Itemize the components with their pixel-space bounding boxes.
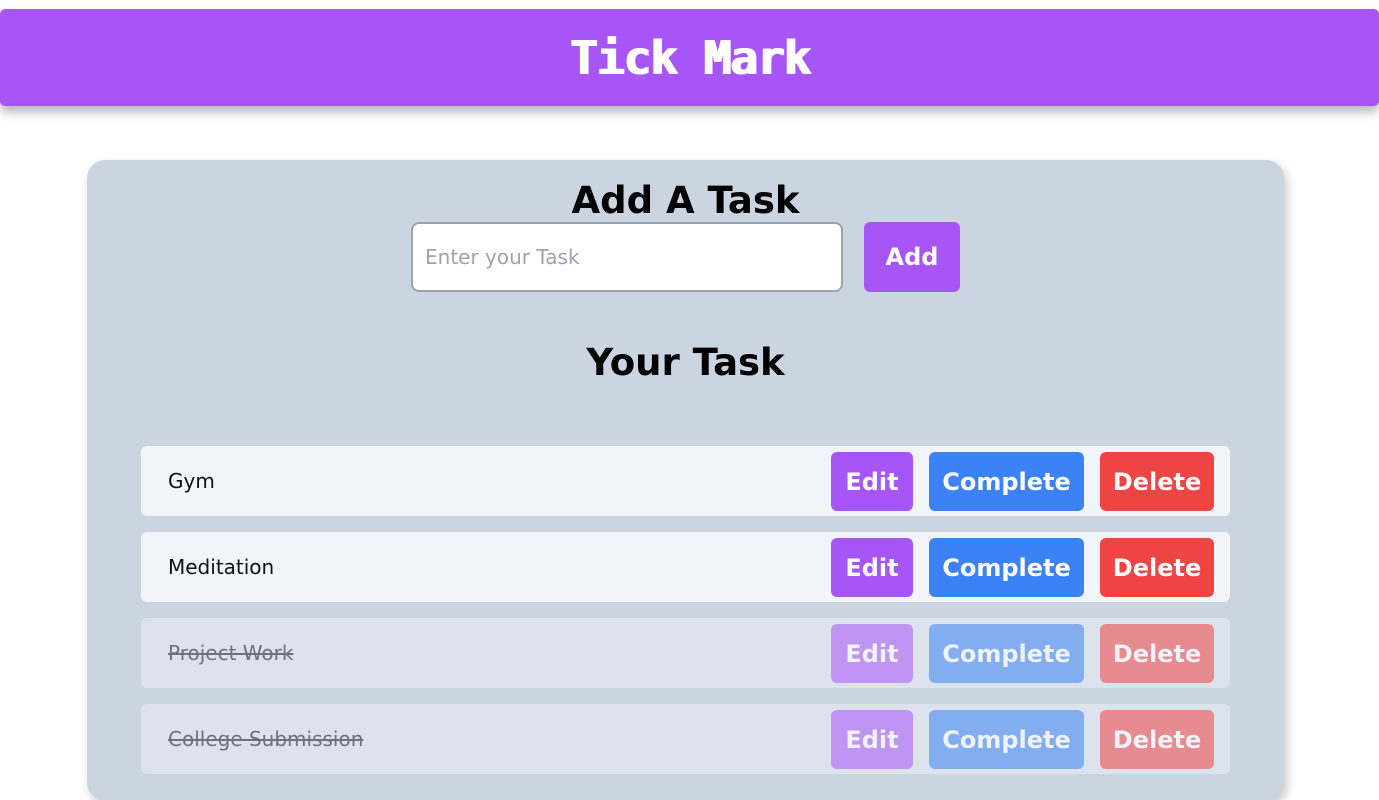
edit-button[interactable]: Edit — [831, 710, 913, 769]
task-text: College Submission — [168, 727, 364, 751]
your-task-heading: Your Task — [586, 341, 785, 384]
edit-button[interactable]: Edit — [831, 452, 913, 511]
edit-button[interactable]: Edit — [831, 624, 913, 683]
complete-button[interactable]: Complete — [929, 710, 1084, 769]
delete-button[interactable]: Delete — [1100, 452, 1214, 511]
app-header: Tick Mark — [0, 9, 1379, 106]
complete-button[interactable]: Complete — [929, 452, 1084, 511]
task-input[interactable] — [411, 222, 843, 292]
task-row: College Submission Edit Complete Delete — [141, 704, 1230, 774]
task-text: Gym — [168, 469, 215, 493]
complete-button[interactable]: Complete — [929, 538, 1084, 597]
edit-button[interactable]: Edit — [831, 538, 913, 597]
task-row: Gym Edit Complete Delete — [141, 446, 1230, 516]
complete-button[interactable]: Complete — [929, 624, 1084, 683]
delete-button[interactable]: Delete — [1100, 710, 1214, 769]
task-list: Gym Edit Complete Delete Meditation Edit… — [141, 446, 1230, 790]
task-card: Add A Task Add Your Task Gym Edit Comple… — [87, 160, 1284, 800]
task-row: Project Work Edit Complete Delete — [141, 618, 1230, 688]
add-task-heading: Add A Task — [571, 179, 800, 222]
task-text: Project Work — [168, 641, 294, 665]
task-row: Meditation Edit Complete Delete — [141, 532, 1230, 602]
delete-button[interactable]: Delete — [1100, 538, 1214, 597]
app-title: Tick Mark — [569, 30, 810, 85]
add-button[interactable]: Add — [864, 222, 960, 292]
delete-button[interactable]: Delete — [1100, 624, 1214, 683]
task-text: Meditation — [168, 555, 275, 579]
